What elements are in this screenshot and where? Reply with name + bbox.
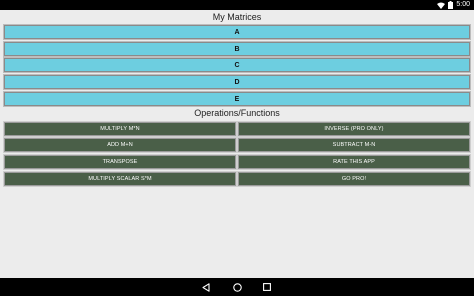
- home-icon[interactable]: [232, 282, 242, 292]
- operations-section-title: Operations/Functions: [194, 108, 280, 118]
- status-time: 5:00: [456, 1, 470, 8]
- matrix-button-d[interactable]: D: [4, 75, 470, 89]
- status-bar: 5:00: [0, 0, 474, 10]
- matrix-button-b[interactable]: B: [4, 42, 470, 56]
- subtract-button[interactable]: SUBTRACT M-N: [238, 138, 470, 152]
- wifi-icon: [437, 2, 446, 9]
- matrix-button-e[interactable]: E: [4, 92, 470, 106]
- battery-icon: [448, 1, 454, 9]
- multiply-scalar-button[interactable]: MULTIPLY SCALAR S*M: [4, 172, 236, 186]
- multiply-button[interactable]: MULTIPLY M*N: [4, 122, 236, 136]
- add-button[interactable]: ADD M+N: [4, 138, 236, 152]
- recents-icon[interactable]: [262, 282, 272, 292]
- go-pro-button[interactable]: GO PRO!: [238, 172, 470, 186]
- status-icons: 5:00: [437, 0, 470, 10]
- transpose-button[interactable]: TRANSPOSE: [4, 155, 236, 169]
- matrix-button-a[interactable]: A: [4, 25, 470, 39]
- rate-app-button[interactable]: RATE THIS APP: [238, 155, 470, 169]
- back-icon[interactable]: [201, 282, 211, 292]
- inverse-button[interactable]: INVERSE (PRO ONLY): [238, 122, 470, 136]
- matrix-button-c[interactable]: C: [4, 58, 470, 72]
- navigation-bar: [0, 278, 474, 296]
- matrices-section-title: My Matrices: [212, 12, 262, 22]
